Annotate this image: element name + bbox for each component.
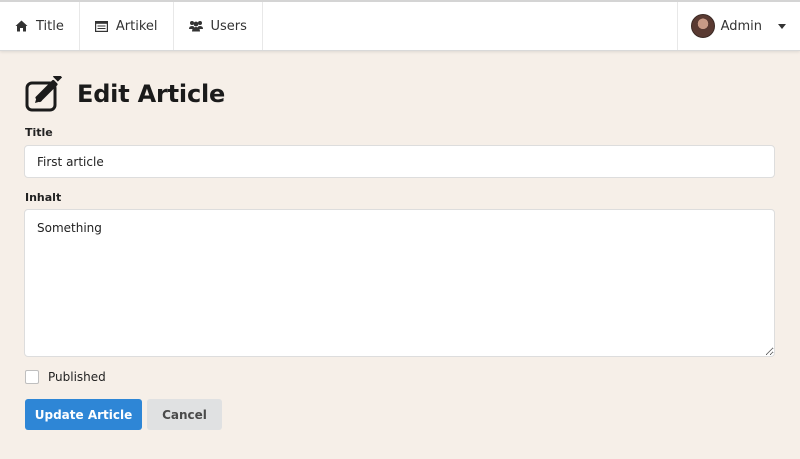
edit-icon (25, 76, 65, 112)
nav-item-label: Users (210, 18, 247, 34)
published-row: Published (25, 370, 106, 384)
update-article-button[interactable]: Update Article (25, 399, 142, 430)
nav-item-users[interactable]: Users (172, 2, 263, 50)
title-input[interactable] (24, 145, 775, 178)
top-navbar: Title Artikel Users Admin (0, 0, 800, 51)
content-field-label: Inhalt (25, 191, 62, 204)
title-field-label: Title (25, 126, 53, 139)
list-icon (94, 20, 108, 32)
user-menu-dropdown[interactable]: Admin (676, 2, 800, 50)
page-title: Edit Article (77, 80, 226, 108)
nav-item-title[interactable]: Title (0, 2, 79, 50)
nav-item-label: Title (36, 18, 64, 34)
caret-down-icon (778, 23, 786, 29)
published-label: Published (48, 370, 106, 384)
user-name: Admin (720, 18, 762, 34)
nav-item-artikel[interactable]: Artikel (78, 2, 173, 50)
published-checkbox[interactable] (25, 370, 39, 384)
avatar (690, 14, 715, 38)
users-icon (188, 20, 203, 32)
page-header: Edit Article (25, 76, 225, 112)
content-textarea[interactable]: Something (24, 209, 775, 357)
nav-item-label: Artikel (115, 18, 158, 34)
home-icon (15, 20, 28, 32)
cancel-button[interactable]: Cancel (147, 399, 222, 430)
